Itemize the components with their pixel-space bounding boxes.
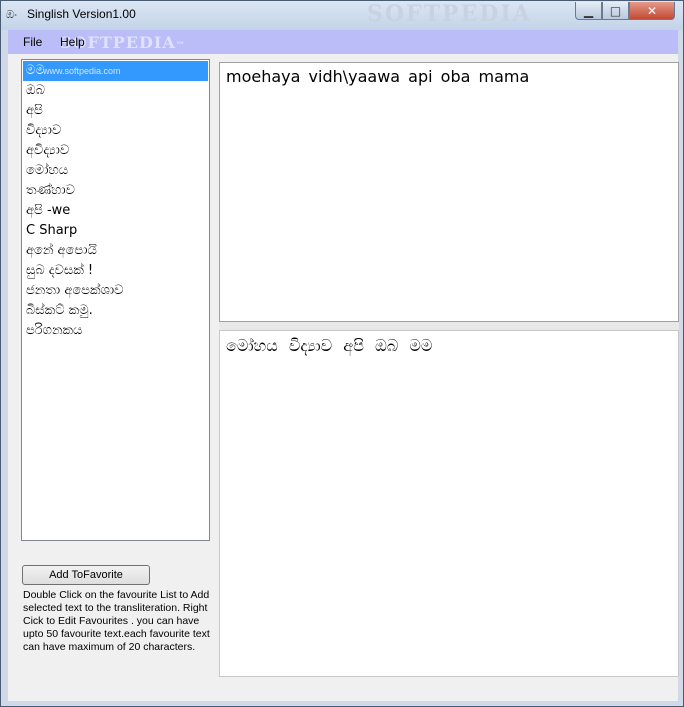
close-icon: ✕	[646, 3, 658, 18]
minimize-icon: ▁	[583, 3, 594, 18]
list-item[interactable]: අනේ අපොයි	[23, 241, 208, 261]
title-bar[interactable]: ඹං Singlish Version1.00 SOFTPEDIA ▁ □ ✕	[1, 1, 683, 30]
menu-bar: File SOFTPEDIA™ Help	[8, 30, 678, 54]
minimize-button[interactable]: ▁	[575, 2, 602, 20]
menu-watermark-tm: ™	[175, 41, 186, 51]
app-window: ඹං Singlish Version1.00 SOFTPEDIA ▁ □ ✕ …	[0, 0, 684, 707]
list-item-label: මම	[26, 63, 45, 78]
list-item[interactable]: බිස්කට් කමු.	[23, 301, 208, 321]
sinhala-output[interactable]: මෝහය විද්‍යාව අපි ඔබ මම	[219, 330, 679, 677]
menu-help[interactable]: Help	[60, 35, 85, 49]
maximize-button[interactable]: □	[602, 2, 629, 20]
title-watermark: SOFTPEDIA	[367, 1, 532, 27]
list-item[interactable]: ජනතා අපෙක්ශාව	[23, 281, 208, 301]
transliteration-input[interactable]: moehaya vidh\yaawa api oba mama	[219, 62, 679, 322]
list-item[interactable]: C Sharp	[23, 221, 208, 241]
list-item[interactable]: තණ්හාව	[23, 181, 208, 201]
list-item[interactable]: සුබ දවසක් !	[23, 261, 208, 281]
pane-splitter[interactable]	[219, 322, 679, 330]
list-item[interactable]: අපි	[23, 101, 208, 121]
list-item[interactable]: අවිද්‍යාව	[23, 141, 208, 161]
list-item[interactable]: මෝහය	[23, 161, 208, 181]
list-item[interactable]: විද්‍යාව	[23, 121, 208, 141]
favorites-list[interactable]: මම www.softpedia.com ඔබ අපි විද්‍යාව අවිද…	[21, 59, 210, 541]
client-area: මම www.softpedia.com ඔබ අපි විද්‍යාව අවිද…	[8, 54, 679, 701]
window-title: Singlish Version1.00	[27, 7, 136, 21]
add-to-favorite-button[interactable]: Add ToFavorite	[22, 565, 150, 585]
list-watermark: www.softpedia.com	[43, 66, 121, 76]
list-item[interactable]: මම www.softpedia.com	[23, 61, 208, 81]
maximize-icon: □	[609, 3, 622, 18]
menu-file[interactable]: File	[23, 35, 42, 49]
app-icon: ඹං	[6, 8, 17, 21]
close-button[interactable]: ✕	[629, 2, 675, 20]
list-item[interactable]: ඔබ	[23, 81, 208, 101]
help-text: Double Click on the favourite List to Ad…	[23, 589, 210, 653]
list-item[interactable]: පරිගනකය	[23, 321, 208, 341]
list-item[interactable]: අපි -we	[23, 201, 208, 221]
